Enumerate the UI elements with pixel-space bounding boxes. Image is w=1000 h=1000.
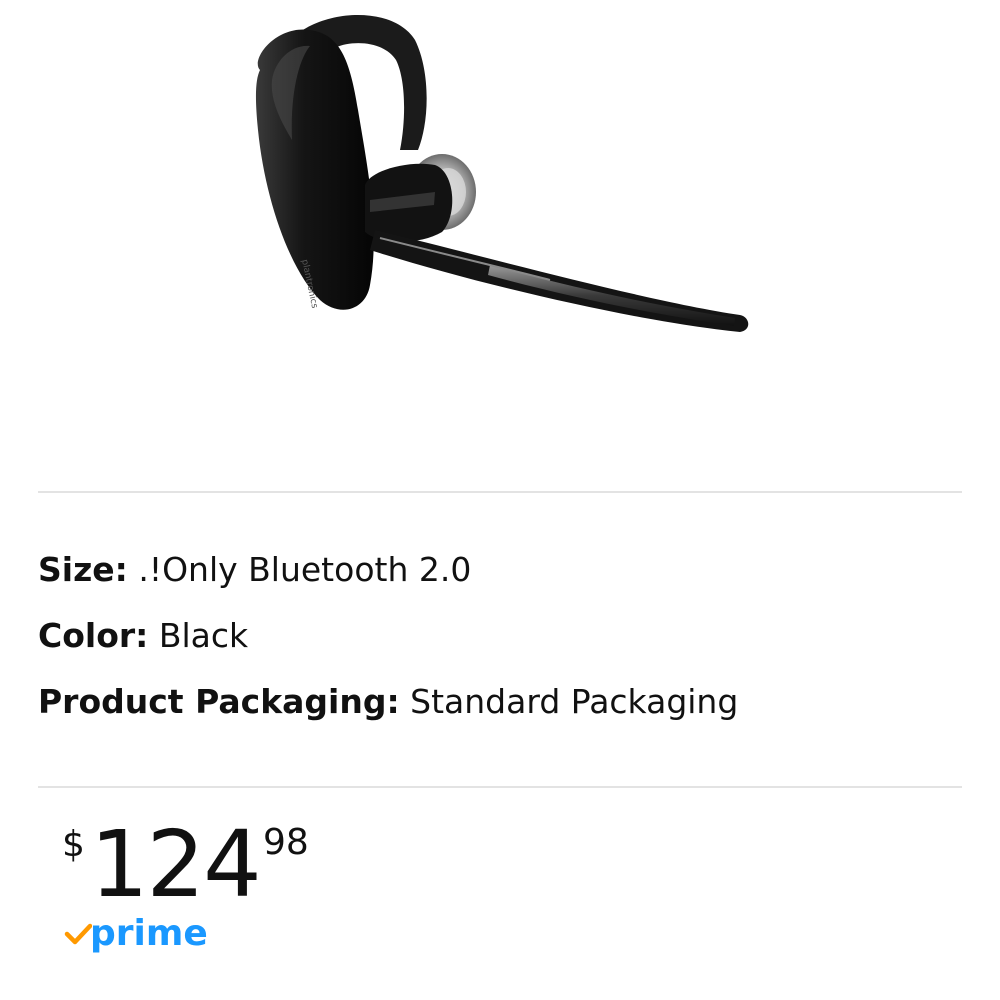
prime-badge: prime: [64, 914, 208, 958]
variation-list: Size: .!Only Bluetooth 2.0 Color: Black …: [38, 548, 958, 746]
variation-size-label: Size:: [38, 550, 128, 589]
price-fraction: 98: [263, 822, 309, 863]
variation-packaging[interactable]: Product Packaging: Standard Packaging: [38, 680, 958, 746]
prime-label: prime: [90, 913, 208, 954]
price-whole: 124: [90, 811, 262, 918]
product-detail-page: plantronics Size: .!Only Bluetooth 2.0 C…: [0, 0, 1000, 1000]
bluetooth-headset-image: plantronics: [255, 14, 749, 332]
price-currency-symbol: $: [62, 824, 85, 865]
variation-packaging-value: Standard Packaging: [399, 682, 739, 721]
variation-color-label: Color:: [38, 616, 149, 655]
variation-size-value: .!Only Bluetooth 2.0: [127, 550, 472, 589]
variation-packaging-label: Product Packaging:: [38, 682, 400, 721]
variation-size[interactable]: Size: .!Only Bluetooth 2.0: [38, 548, 958, 614]
divider-bottom: [38, 786, 962, 788]
variation-color[interactable]: Color: Black: [38, 614, 958, 680]
variation-color-value: Black: [148, 616, 249, 655]
divider-top: [38, 491, 962, 493]
product-image[interactable]: plantronics: [220, 0, 780, 380]
prime-check-icon: [64, 923, 92, 945]
